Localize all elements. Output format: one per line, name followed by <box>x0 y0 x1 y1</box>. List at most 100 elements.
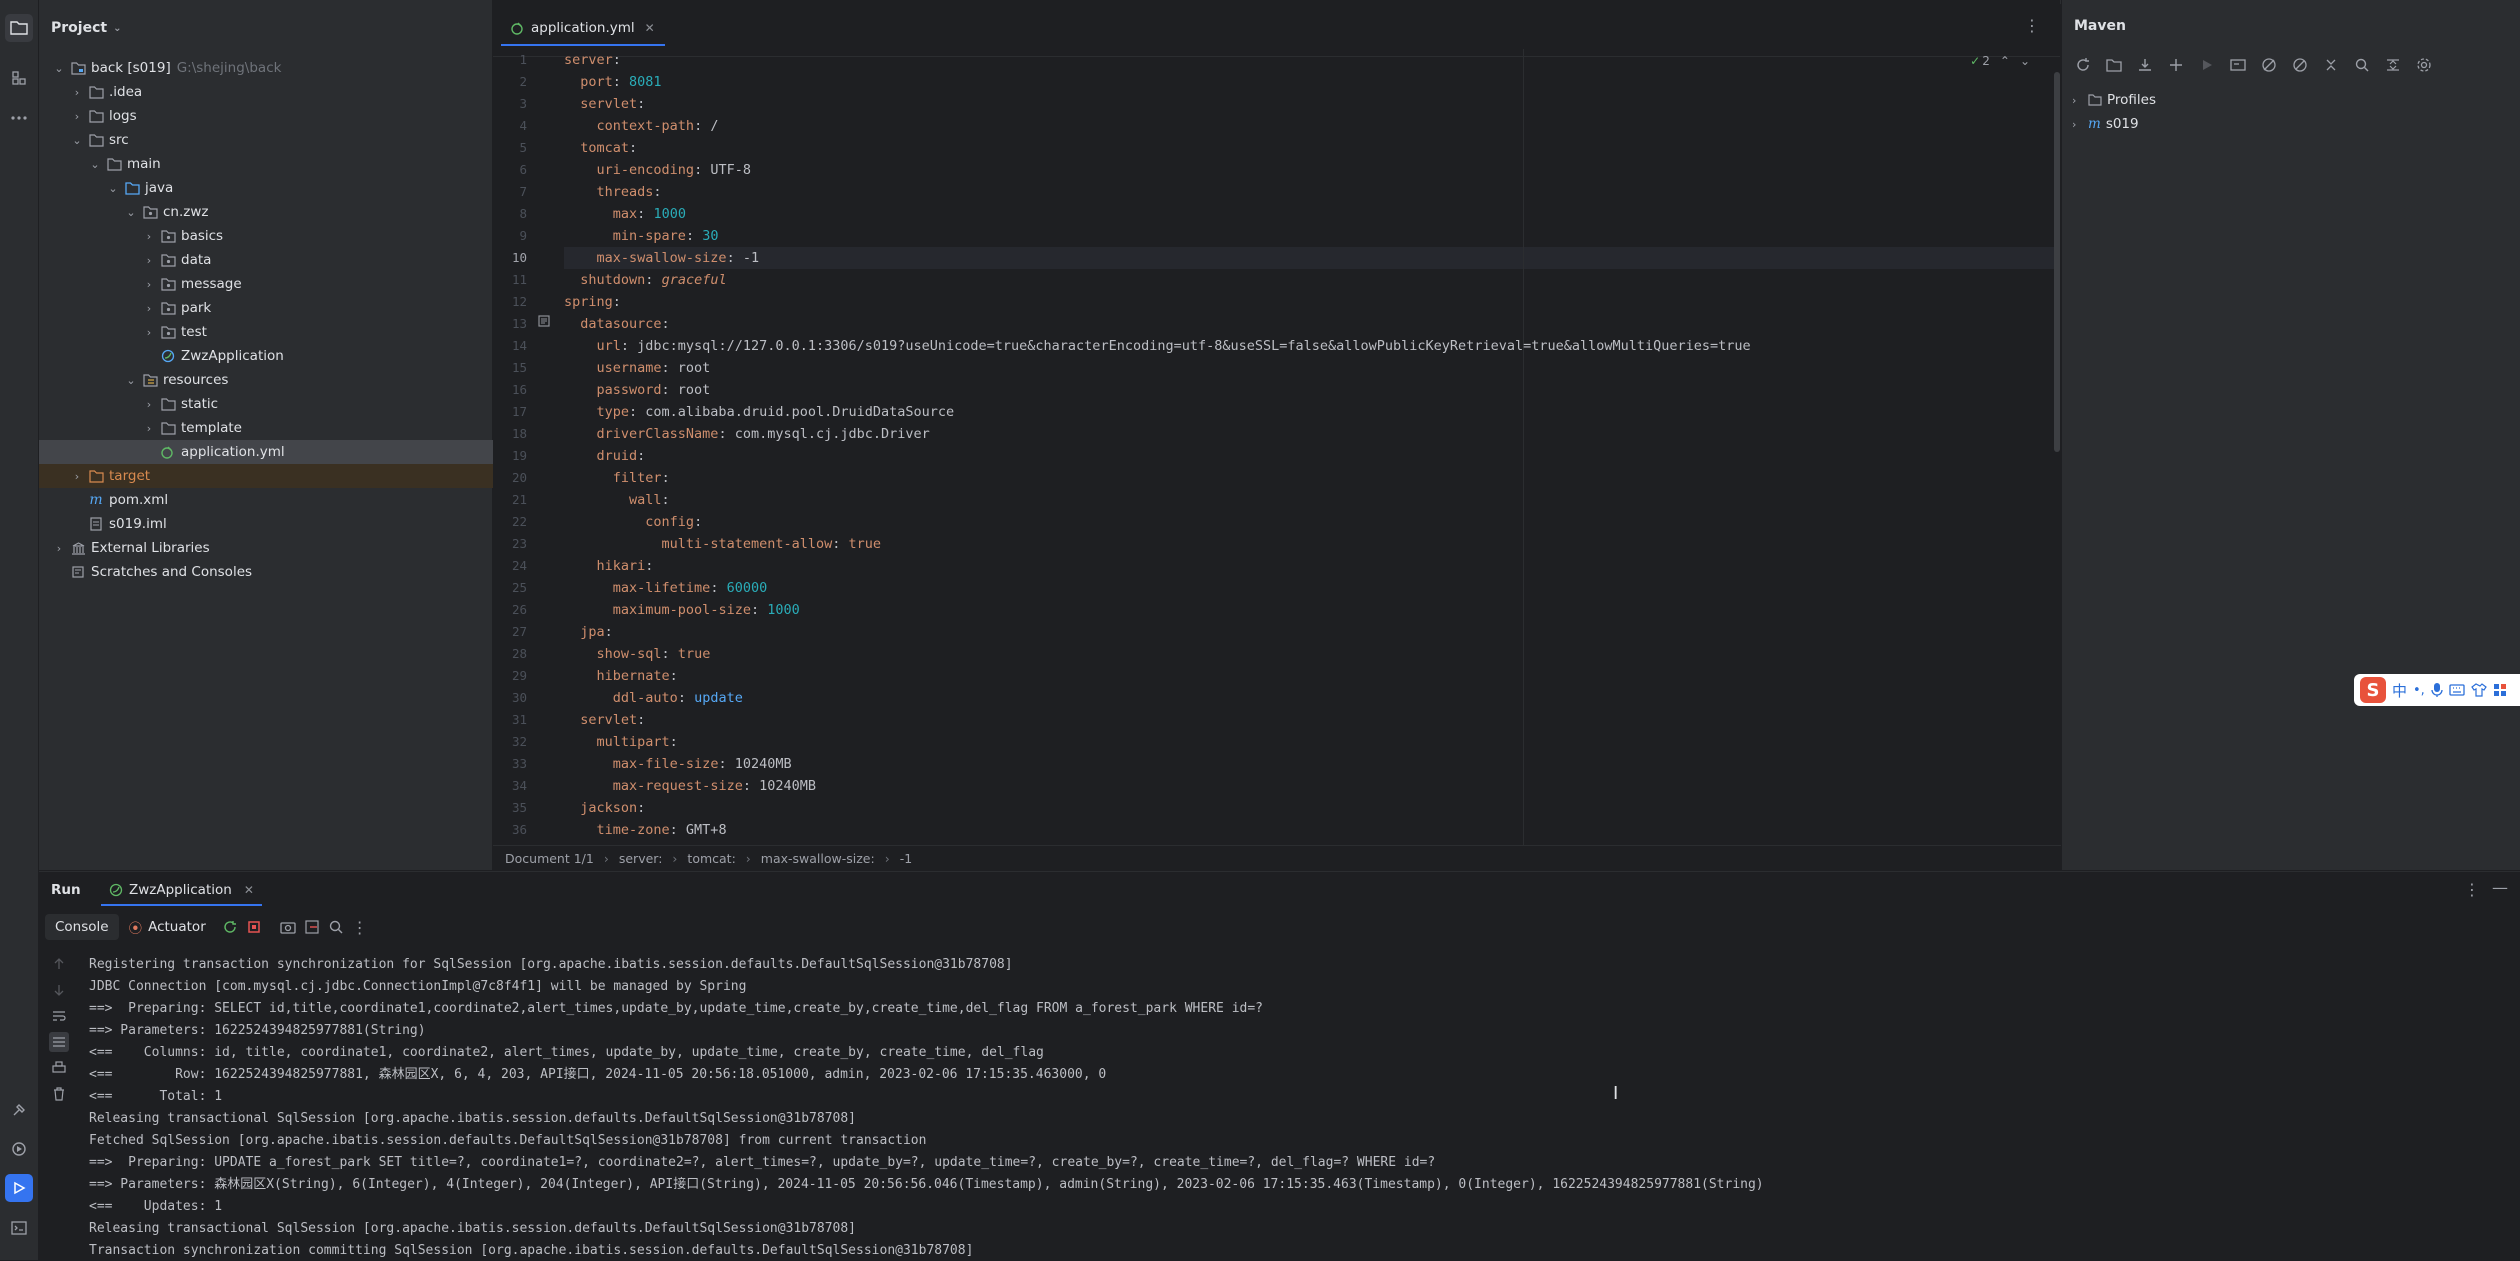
tree-item-main[interactable]: ⌄ main <box>39 152 527 176</box>
breadcrumb-item[interactable]: tomcat: <box>687 851 735 866</box>
breadcrumb-item[interactable]: -1 <box>900 851 912 866</box>
run-icon[interactable] <box>2196 54 2218 76</box>
datasource-gutter-icon[interactable] <box>537 314 551 328</box>
console-output[interactable]: Registering transaction synchronization … <box>89 944 2520 1261</box>
code-line[interactable]: time-zone: GMT+8 <box>564 819 727 841</box>
code-line[interactable]: driverClassName: com.mysql.cj.jdbc.Drive… <box>564 423 930 445</box>
code-line[interactable]: config: <box>564 511 702 533</box>
build-tool-icon[interactable] <box>5 1096 33 1124</box>
chevron-right-icon[interactable]: › <box>69 470 85 483</box>
punctuation-icon[interactable]: •, <box>2413 683 2425 698</box>
code-line[interactable]: datasource: <box>564 313 669 335</box>
chevron-right-icon[interactable]: › <box>141 278 157 291</box>
code-line[interactable]: druid: <box>564 445 646 467</box>
breadcrumb-item[interactable]: Document 1/1 <box>505 851 594 866</box>
breadcrumb-item[interactable]: max-swallow-size: <box>761 851 875 866</box>
code-line[interactable]: ddl-auto: update <box>564 687 743 709</box>
breadcrumb-item[interactable]: server: <box>619 851 663 866</box>
code-line[interactable]: type: com.alibaba.druid.pool.DruidDataSo… <box>564 401 955 423</box>
code-line[interactable]: filter: <box>564 467 670 489</box>
code-line[interactable]: max-request-size: 10240MB <box>564 775 816 797</box>
code-line[interactable]: server: <box>564 49 621 71</box>
code-line[interactable]: jackson: <box>564 797 645 819</box>
code-line[interactable]: max-lifetime: 60000 <box>564 577 767 599</box>
tree-item-target[interactable]: › target <box>39 464 509 488</box>
rerun-icon[interactable] <box>220 917 240 937</box>
more-options-icon[interactable]: ⋮ <box>2464 880 2480 899</box>
download-icon[interactable] <box>2134 54 2156 76</box>
maven-item-s019[interactable]: › m s019 <box>2072 112 2139 136</box>
chevron-right-icon[interactable]: › <box>51 542 67 555</box>
close-icon[interactable]: ✕ <box>244 883 254 897</box>
inspection-widget[interactable]: ✓ 2 ⌃ ⌄ <box>1970 54 2030 68</box>
chevron-down-icon[interactable]: ⌄ <box>123 374 139 387</box>
chevron-right-icon[interactable]: › <box>2072 94 2088 107</box>
tree-item-pom-xml[interactable]: m pom.xml <box>39 488 509 512</box>
more-options-icon[interactable]: ⋮ <box>2024 16 2040 35</box>
code-line[interactable]: maximum-pool-size: 1000 <box>564 599 800 621</box>
code-line[interactable]: jpa: <box>564 621 613 643</box>
chevron-down-icon[interactable]: ⌄ <box>113 23 121 34</box>
chevron-right-icon[interactable]: › <box>141 230 157 243</box>
code-line[interactable]: hikari: <box>564 555 654 577</box>
keyboard-icon[interactable] <box>2449 684 2465 696</box>
reload-icon[interactable] <box>2072 54 2094 76</box>
more-options-icon[interactable]: ⋮ <box>350 917 370 937</box>
code-line[interactable]: threads: <box>564 181 662 203</box>
tab-console[interactable]: Console <box>45 914 119 940</box>
chevron-right-icon[interactable]: › <box>141 326 157 339</box>
settings-icon[interactable] <box>2413 54 2435 76</box>
collapse-icon[interactable] <box>2320 54 2342 76</box>
chevron-down-icon[interactable]: ⌄ <box>69 134 85 147</box>
apps-grid-icon[interactable] <box>2493 683 2507 697</box>
minimize-icon[interactable]: — <box>2492 878 2508 897</box>
tree-item-src[interactable]: ⌄ src <box>39 128 509 152</box>
tree-item-idea[interactable]: › .idea <box>39 80 509 104</box>
code-line[interactable]: servlet: <box>564 93 645 115</box>
run-tab-zwzapplication[interactable]: ZwzApplication ✕ <box>101 876 262 906</box>
tree-item-scratches-and-consoles[interactable]: Scratches and Consoles <box>39 560 491 584</box>
code-line[interactable]: min-spare: 30 <box>564 225 719 247</box>
execute-goal-icon[interactable] <box>2227 54 2249 76</box>
analyze-dependencies-icon[interactable] <box>2351 54 2373 76</box>
arrow-up-icon[interactable] <box>49 954 69 974</box>
chevron-up-icon[interactable]: ⌃ <box>2000 54 2010 68</box>
code-line[interactable]: multipart: <box>564 731 678 753</box>
close-icon[interactable]: ✕ <box>645 21 655 35</box>
add-icon[interactable] <box>2165 54 2187 76</box>
code-line[interactable]: username: root <box>564 357 711 379</box>
maven-item-profiles[interactable]: › Profiles <box>2072 88 2156 112</box>
code-line[interactable]: max: 1000 <box>564 203 686 225</box>
run-tool-icon[interactable] <box>5 1174 33 1202</box>
more-tools-icon[interactable] <box>5 104 33 132</box>
offline-mode-icon[interactable] <box>2258 54 2280 76</box>
tree-item-resources[interactable]: ⌄ resources <box>39 368 563 392</box>
code-line[interactable]: context-path: / <box>564 115 719 137</box>
scroll-to-end-icon[interactable] <box>49 1032 69 1052</box>
chevron-right-icon[interactable]: › <box>2072 118 2088 131</box>
project-tool-icon[interactable] <box>5 14 33 42</box>
code-line[interactable]: max-file-size: 10240MB <box>564 753 792 775</box>
editor-tab-application-yml[interactable]: application.yml ✕ <box>501 12 665 46</box>
print-icon[interactable] <box>49 1058 69 1078</box>
tree-item-s019-iml[interactable]: s019.iml <box>39 512 509 536</box>
code-line[interactable]: servlet: <box>564 709 645 731</box>
code-line[interactable]: wall: <box>564 489 670 511</box>
code-line[interactable]: hibernate: <box>564 665 678 687</box>
stop-icon[interactable] <box>244 917 264 937</box>
code-line[interactable]: port: 8081 <box>564 71 661 93</box>
code-line[interactable]: max-swallow-size: -1 <box>564 247 760 269</box>
code-line[interactable]: uri-encoding: UTF-8 <box>564 159 751 181</box>
chevron-down-icon[interactable]: ⌄ <box>87 158 103 171</box>
chevron-right-icon[interactable]: › <box>141 254 157 267</box>
code-line[interactable]: shutdown: graceful <box>564 269 726 291</box>
soft-wrap-icon[interactable] <box>49 1006 69 1026</box>
chevron-down-icon[interactable]: ⌄ <box>51 62 67 75</box>
tree-item-cn-zwz[interactable]: ⌄ cn.zwz <box>39 200 563 224</box>
tree-item-logs[interactable]: › logs <box>39 104 509 128</box>
tab-actuator[interactable]: ⦿ Actuator <box>119 917 216 937</box>
chevron-down-icon[interactable]: ⌄ <box>123 206 139 219</box>
code-line[interactable]: password: root <box>564 379 711 401</box>
tree-item-java[interactable]: ⌄ java <box>39 176 545 200</box>
microphone-icon[interactable] <box>2431 682 2443 698</box>
